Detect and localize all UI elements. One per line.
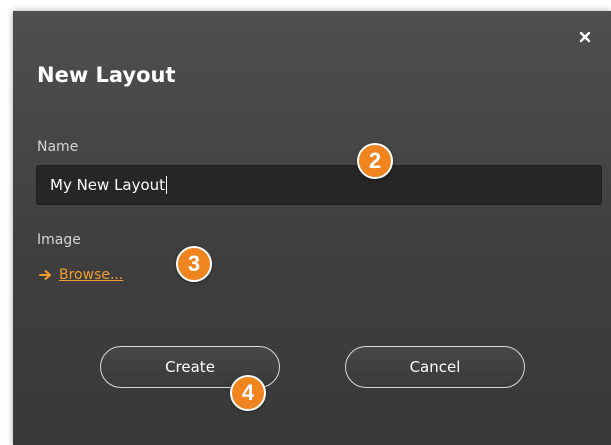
text-caret — [166, 176, 168, 194]
name-label: Name — [37, 139, 79, 155]
callout-badge-3: 3 — [176, 246, 212, 282]
browse-link-label: Browse... — [59, 267, 124, 283]
close-icon — [579, 31, 591, 43]
name-input[interactable]: My New Layout — [36, 165, 602, 205]
browse-link[interactable]: Browse... — [39, 267, 123, 283]
close-button[interactable] — [574, 26, 596, 48]
callout-badge-2: 2 — [357, 143, 393, 179]
arrow-right-icon — [39, 270, 51, 280]
name-input-value: My New Layout — [50, 176, 166, 194]
cancel-button[interactable]: Cancel — [345, 346, 525, 388]
image-label: Image — [37, 232, 81, 248]
new-layout-dialog: New Layout Name My New Layout Image Brow… — [13, 11, 611, 445]
dialog-title: New Layout — [37, 63, 176, 87]
callout-badge-4: 4 — [230, 375, 266, 411]
